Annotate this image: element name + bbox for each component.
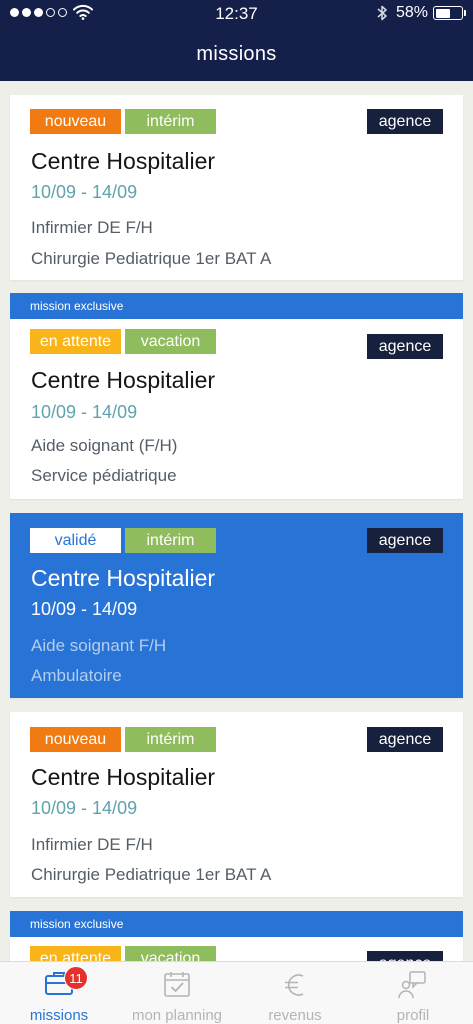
mission-exclusive-banner: mission exclusive (10, 911, 463, 937)
mission-title: Centre Hospitalier (31, 367, 216, 393)
type-tag-interim: intérim (125, 528, 216, 553)
navigation-bar: 12:37 58% missions (0, 0, 473, 81)
mission-role: Infirmier DE F/H (31, 835, 153, 854)
mission-card-selected[interactable]: validé intérim agence Centre Hospitalier… (10, 513, 463, 698)
mission-dates: 10/09 - 14/09 (31, 798, 138, 818)
status-tag-new: nouveau (30, 109, 121, 134)
bluetooth-icon (377, 5, 387, 21)
mission-service: Service pédiatrique (31, 466, 177, 485)
tab-label: mon planning (131, 1007, 223, 1024)
agency-tag: agence (367, 727, 443, 752)
tab-label: missions (29, 1007, 89, 1024)
status-tag-waiting: en attente (30, 329, 121, 354)
mission-title: Centre Hospitalier (31, 565, 216, 591)
mission-card[interactable]: en attente vacation agence (10, 937, 463, 961)
agency-tag: agence (367, 334, 443, 359)
mission-dates: 10/09 - 14/09 (31, 182, 138, 202)
tab-label: revenus (268, 1007, 322, 1024)
type-tag-vacation: vacation (125, 329, 216, 354)
battery-icon (433, 6, 466, 20)
mission-service: Chirurgie Pediatrique 1er BAT A (31, 249, 272, 268)
mission-dates: 10/09 - 14/09 (31, 402, 138, 422)
calendar-check-icon (164, 972, 190, 997)
mission-dates: 10/09 - 14/09 (31, 599, 138, 619)
mission-title: Centre Hospitalier (31, 764, 216, 790)
mission-role: Infirmier DE F/H (31, 218, 153, 237)
battery-percentage: 58% (396, 4, 429, 21)
tab-mon-planning[interactable]: mon planning (118, 962, 236, 1024)
tab-profil[interactable]: profil (354, 962, 472, 1024)
type-tag-vacation: vacation (125, 946, 216, 961)
mission-role: Aide soignant F/H (31, 636, 167, 655)
status-tag-validated: validé (30, 528, 121, 553)
missions-list[interactable]: nouveau intérim agence Centre Hospitalie… (0, 81, 473, 961)
mission-title: Centre Hospitalier (31, 148, 216, 174)
missions-badge: 11 (64, 966, 88, 990)
mission-exclusive-banner: mission exclusive (10, 293, 463, 319)
type-tag-interim: intérim (125, 727, 216, 752)
mission-card[interactable]: nouveau intérim agence Centre Hospitalie… (10, 95, 463, 280)
tab-bar: 11 missions mon planning revenus profil (0, 961, 473, 1024)
agency-tag: agence (367, 951, 443, 961)
agency-tag: agence (367, 528, 443, 553)
euro-icon (285, 974, 304, 996)
type-tag-interim: intérim (125, 109, 216, 134)
mission-card[interactable]: en attente vacation agence Centre Hospit… (10, 319, 463, 499)
mission-card[interactable]: nouveau intérim agence Centre Hospitalie… (10, 712, 463, 897)
tab-missions[interactable]: 11 missions (0, 962, 118, 1024)
tab-label: profil (396, 1007, 430, 1024)
status-bar: 12:37 58% (0, 0, 473, 26)
tab-revenus[interactable]: revenus (236, 962, 354, 1024)
mission-service: Ambulatoire (31, 666, 122, 685)
agency-tag: agence (367, 109, 443, 134)
page-title: missions (196, 43, 277, 65)
status-tag-new: nouveau (30, 727, 121, 752)
status-tag-waiting: en attente (30, 946, 121, 961)
mission-service: Chirurgie Pediatrique 1er BAT A (31, 865, 272, 884)
user-chat-icon (398, 971, 426, 999)
mission-role: Aide soignant (F/H) (31, 436, 178, 455)
